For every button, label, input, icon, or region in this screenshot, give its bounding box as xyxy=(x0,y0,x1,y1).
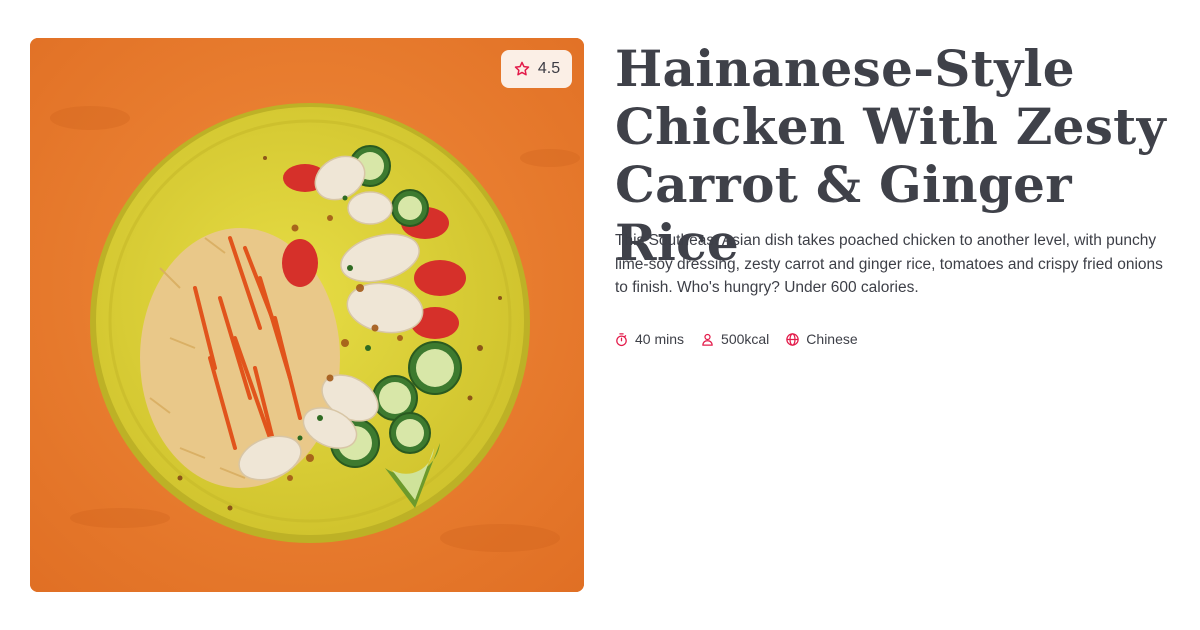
meta-calories-label: 500kcal xyxy=(721,331,770,347)
meta-cuisine: Chinese xyxy=(785,331,858,347)
recipe-meta: 40 mins 500kcal Chinese xyxy=(614,331,858,347)
meta-time-label: 40 mins xyxy=(635,331,685,347)
meta-calories: 500kcal xyxy=(700,331,769,347)
meta-time: 40 mins xyxy=(614,331,684,347)
dish-photo xyxy=(30,38,584,592)
stopwatch-icon xyxy=(616,332,627,346)
rating-badge: 4.5 xyxy=(501,50,572,88)
globe-icon xyxy=(786,332,800,346)
star-icon xyxy=(514,61,530,76)
meta-cuisine-label: Chinese xyxy=(806,331,858,347)
person-icon xyxy=(702,333,713,346)
recipe-description: This Southeast Asian dish takes poached … xyxy=(615,232,1163,296)
recipe-image xyxy=(30,38,584,592)
rating-value: 4.5 xyxy=(537,60,561,77)
